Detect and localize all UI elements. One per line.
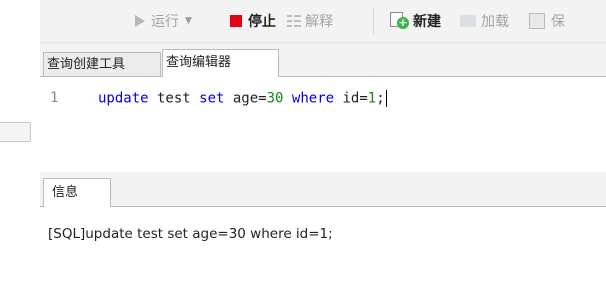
code-text: ; — [376, 90, 385, 107]
code-text: age= — [224, 90, 267, 107]
number-literal: 30 — [266, 90, 284, 107]
new-button[interactable]: + 新建 — [390, 11, 441, 31]
toolbar: 运行 ▼ 停止 解释 + 新建 加载 保 — [40, 0, 606, 43]
chevron-down-icon[interactable]: ▼ — [185, 16, 192, 26]
new-query-icon: + — [390, 12, 410, 30]
folder-icon — [460, 15, 476, 27]
explain-button[interactable]: 解释 — [287, 11, 333, 31]
menu-icon[interactable] — [52, 10, 74, 30]
sql-editor[interactable]: 1 update test set age=30 where id=1; — [40, 77, 606, 172]
stop-button[interactable]: 停止 — [230, 11, 276, 31]
message-tabbar: 信息 — [40, 172, 606, 207]
save-icon — [529, 13, 545, 29]
stop-label: 停止 — [248, 14, 276, 30]
load-button[interactable]: 加载 — [460, 11, 509, 31]
editor-tabbar: 查询创建工具 查询编辑器 — [40, 43, 606, 77]
stop-icon — [230, 15, 242, 27]
keyword-set: set — [199, 90, 225, 107]
message-panel: [SQL]update test set age=30 where id=1; — [40, 207, 606, 306]
explain-label: 解释 — [305, 14, 333, 30]
query-window: 运行 ▼ 停止 解释 + 新建 加载 保 查询创建工具 查询编辑器 1 upda… — [40, 0, 606, 306]
background-window — [0, 0, 40, 306]
text-cursor — [385, 90, 387, 107]
code-line[interactable]: update test set age=30 where id=1; — [98, 90, 387, 107]
new-label: 新建 — [413, 14, 441, 30]
keyword-update: update — [98, 90, 149, 107]
save-label: 保 — [551, 14, 565, 30]
load-label: 加载 — [481, 14, 509, 30]
line-number: 1 — [50, 90, 59, 106]
background-button[interactable] — [0, 122, 31, 142]
toolbar-divider — [373, 8, 374, 34]
code-text: id= — [334, 90, 368, 107]
play-icon — [135, 15, 145, 27]
message-text: [SQL]update test set age=30 where id=1; — [48, 226, 333, 242]
tab-query-editor[interactable]: 查询编辑器 — [162, 49, 279, 77]
number-literal: 1 — [367, 90, 377, 107]
run-button[interactable]: 运行 ▼ — [135, 11, 192, 31]
run-label: 运行 — [151, 14, 179, 30]
tab-query-builder[interactable]: 查询创建工具 — [43, 52, 161, 76]
keyword-where: where — [291, 90, 335, 107]
tab-message[interactable]: 信息 — [43, 178, 111, 207]
explain-icon — [287, 14, 301, 28]
code-text: test — [148, 90, 200, 107]
save-button[interactable]: 保 — [529, 11, 565, 31]
